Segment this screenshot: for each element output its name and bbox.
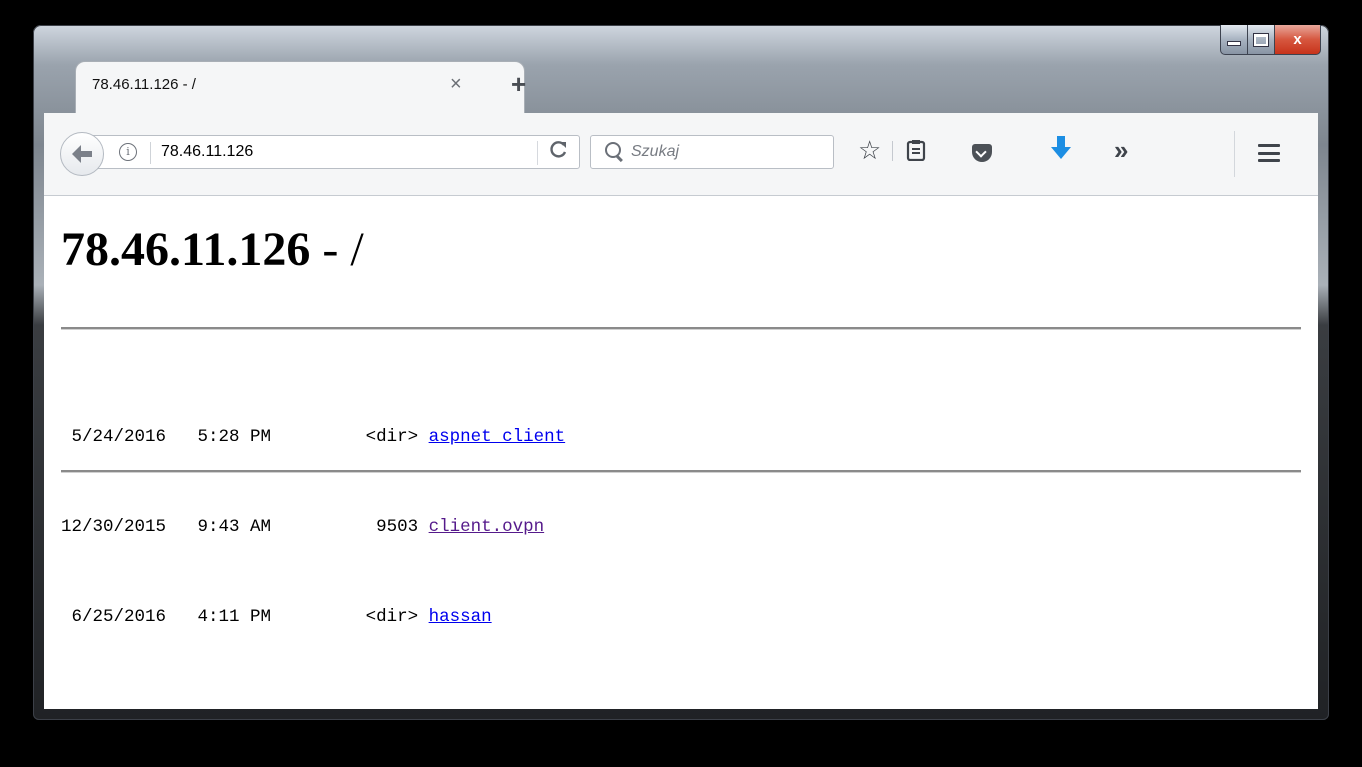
new-tab-button[interactable]: + [511,69,526,100]
entry-time: 4:11 PM [187,607,272,627]
download-arrow-glyph [1051,136,1071,159]
overflow-chevron-icon[interactable]: » [1114,135,1128,166]
directory-listing: 5/24/2016 5:28 PM <dir> aspnet_client 12… [61,362,565,692]
listing-row: 12/30/2015 9:43 AM 9503 client.ovpn [61,512,565,542]
reload-glyph [550,141,567,158]
hamburger-menu-icon[interactable] [1258,144,1280,162]
top-divider [61,327,1301,330]
entry-link[interactable]: client.ovpn [429,517,545,537]
url-separator [150,142,151,164]
entry-size: 9503 [365,517,419,537]
page-title: 78.46.11.126 - / [61,222,364,277]
clipboard-glyph [906,140,926,162]
toolbar-separator [892,141,893,161]
search-placeholder: Szukaj [631,143,680,160]
minimize-icon [1227,41,1241,46]
reload-icon[interactable] [549,140,569,166]
entry-size: <dir> [365,607,419,627]
bookmarks-menu-icon[interactable] [906,139,926,167]
search-bar[interactable]: Szukaj [590,135,834,169]
pocket-icon[interactable] [972,144,992,162]
entry-date: 5/24/2016 [61,427,167,447]
entry-time: 5:28 PM [187,427,272,447]
listing-row: 6/25/2016 4:11 PM <dir> hassan [61,602,565,632]
back-button[interactable] [60,132,104,176]
page-title-suffix: - / [310,223,364,276]
close-icon: x [1293,31,1302,48]
url-text[interactable]: 78.46.11.126 [161,143,253,161]
back-arrow-icon [72,145,92,163]
minimize-button[interactable] [1220,25,1248,55]
download-icon[interactable] [1050,135,1072,168]
listing-row: 5/24/2016 5:28 PM <dir> aspnet_client [61,422,566,452]
bookmark-star-icon[interactable]: ☆ [858,135,881,166]
info-icon[interactable]: i [119,143,137,161]
bottom-divider [61,470,1301,473]
tab-close-icon[interactable]: × [450,73,462,96]
window-controls: x [1220,25,1321,61]
tab-title: 78.46.11.126 - / [92,76,196,93]
page-title-host: 78.46.11.126 [61,223,311,276]
maximize-icon [1253,32,1269,47]
close-window-button[interactable]: x [1275,25,1321,55]
entry-date: 6/25/2016 [61,607,167,627]
entry-link[interactable]: hassan [429,607,492,627]
reload-separator [537,141,538,165]
entry-date: 12/30/2015 [61,517,167,537]
entry-link[interactable]: aspnet_client [429,427,566,447]
navigation-toolbar: i 78.46.11.126 Szukaj ☆ » [44,113,1318,196]
entry-time: 9:43 AM [187,517,272,537]
search-icon [605,142,621,158]
browser-window: x 78.46.11.126 - / × + i 78.46.11.126 Sz… [33,25,1329,720]
page-content: 78.46.11.126 - / 5/24/2016 5:28 PM <dir>… [44,196,1318,709]
menu-separator [1234,131,1235,177]
tab-active[interactable]: 78.46.11.126 - / × [75,61,525,113]
url-bar[interactable]: i 78.46.11.126 [90,135,580,169]
entry-size: <dir> [365,427,419,447]
maximize-button[interactable] [1248,25,1275,55]
